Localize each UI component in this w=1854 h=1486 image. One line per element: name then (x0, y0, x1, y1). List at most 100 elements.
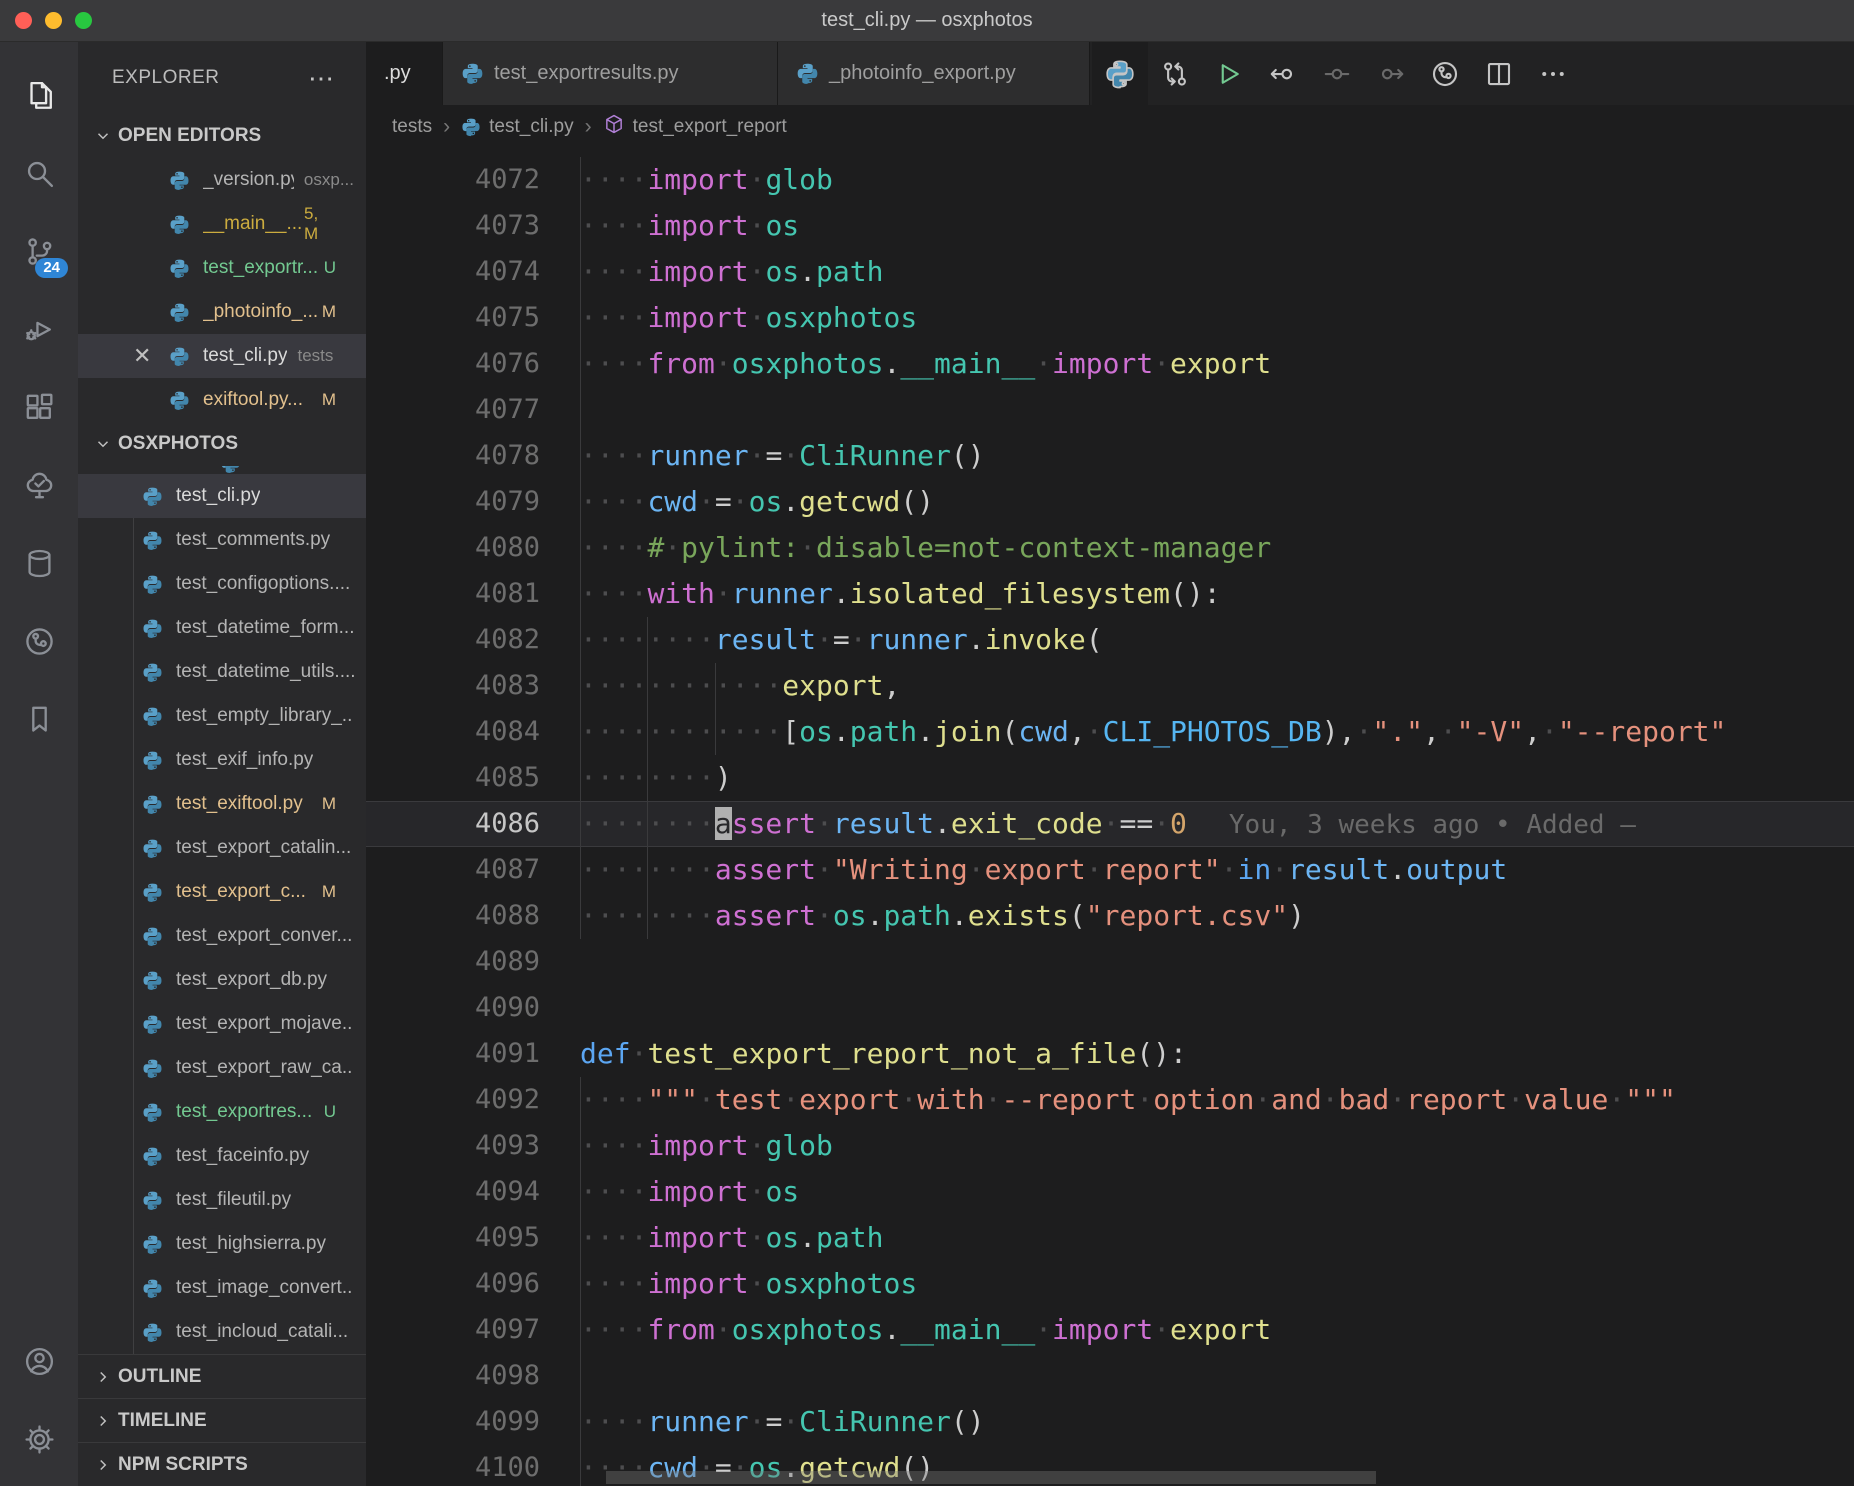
file-item-test_empty_library_...[interactable]: test_empty_library_... (78, 694, 366, 738)
tab-.py[interactable]: .py (366, 42, 443, 105)
file-item-test_export_conver...[interactable]: test_export_conver... (78, 914, 366, 958)
step-current-button[interactable] (1310, 42, 1364, 105)
code-line-4083[interactable]: 4083············export, (366, 663, 1854, 709)
code-line-4089[interactable]: 4089 (366, 939, 1854, 985)
activity-account-button[interactable] (0, 1322, 78, 1400)
code-line-4077[interactable]: 4077 (366, 387, 1854, 433)
code-line-4093[interactable]: 4093····import·glob (366, 1123, 1854, 1169)
code-line-4086[interactable]: 4086········assert·result.exit_code·==·0… (366, 801, 1854, 847)
activity-settings-button[interactable] (0, 1400, 78, 1478)
tab-test_exportresults.py[interactable]: test_exportresults.py (443, 42, 778, 105)
file-item-test_incloud_catali...[interactable]: test_incloud_catali... (78, 1310, 366, 1354)
compare-changes-button[interactable] (1148, 42, 1202, 105)
open-editor-item-test_exportr...[interactable]: test_exportr...U (78, 246, 366, 290)
code-line-4087[interactable]: 4087········assert·"Writing·export·repor… (366, 847, 1854, 893)
code-line-4082[interactable]: 4082········result·=·runner.invoke( (366, 617, 1854, 663)
open-editor-item-test_cli.py[interactable]: ✕test_cli.pytests (78, 334, 366, 378)
code-line-4095[interactable]: 4095····import·os.path (366, 1215, 1854, 1261)
tab-_photoinfo_export.py[interactable]: _photoinfo_export.py (778, 42, 1090, 105)
close-editor-icon[interactable]: ✕ (133, 343, 151, 369)
code-line-4097[interactable]: 4097····from·osxphotos.__main__·import·e… (366, 1307, 1854, 1353)
editor-actions (1092, 42, 1580, 105)
activity-extensions-button[interactable] (0, 368, 78, 446)
code-line-4072[interactable]: 4072····import·glob (366, 157, 1854, 203)
file-item-test_fileutil.py[interactable]: test_fileutil.py (78, 1178, 366, 1222)
breadcrumb-test_cli.py[interactable]: test_cli.py (461, 116, 573, 138)
activity-explorer-button[interactable] (0, 56, 78, 134)
git-blame-annotation: You, 3 weeks ago • Added – (1229, 810, 1636, 840)
split-editor-button[interactable] (1472, 42, 1526, 105)
code-line-4073[interactable]: 4073····import·os (366, 203, 1854, 249)
line-number: 4081 (366, 571, 580, 617)
section-npm-scripts[interactable]: NPM SCRIPTS (78, 1442, 366, 1486)
section-timeline[interactable]: TIMELINE (78, 1398, 366, 1442)
code-line-4078[interactable]: 4078····runner·=·CliRunner() (366, 433, 1854, 479)
code-editor[interactable]: 4072····import·glob4073····import·os4074… (366, 149, 1854, 1486)
file-item-test_cli.py[interactable]: test_cli.py (78, 474, 366, 518)
file-item-test_exportres...[interactable]: test_exportres...U (78, 1090, 366, 1134)
code-line-4090[interactable]: 4090 (366, 985, 1854, 1031)
file-item-test_highsierra.py[interactable]: test_highsierra.py (78, 1222, 366, 1266)
file-item-test_exif_info.py[interactable]: test_exif_info.py (78, 738, 366, 782)
code-line-4080[interactable]: 4080····#·pylint:·disable=not-context-ma… (366, 525, 1854, 571)
step-forward-button[interactable] (1364, 42, 1418, 105)
open-editor-item-exiftool.py...[interactable]: exiftool.py...M (78, 378, 366, 422)
gitlens-button[interactable] (1418, 42, 1472, 105)
code-line-4084[interactable]: 4084············[os.path.join(cwd,·CLI_P… (366, 709, 1854, 755)
breadcrumb-tests[interactable]: tests (392, 116, 432, 138)
python-logo-button[interactable] (1092, 42, 1148, 105)
step-back-button[interactable] (1256, 42, 1310, 105)
activity-testing-button[interactable] (0, 446, 78, 524)
open-editor-item-_version.py[interactable]: _version.pyosxp... (78, 158, 366, 202)
file-item-test_export_db.py[interactable]: test_export_db.py (78, 958, 366, 1002)
line-number: 4084 (366, 709, 580, 755)
code-line-4079[interactable]: 4079····cwd·=·os.getcwd() (366, 479, 1854, 525)
activity-gitlens-button[interactable] (0, 602, 78, 680)
code-line-4096[interactable]: 4096····import·osxphotos (366, 1261, 1854, 1307)
section-open-editors[interactable]: OPEN EDITORS (78, 114, 366, 158)
file-item-test_configoptions....[interactable]: test_configoptions.... (78, 562, 366, 606)
file-item-test_datetime_utils....[interactable]: test_datetime_utils.... (78, 650, 366, 694)
file-item-test_export_catalin...[interactable]: test_export_catalin... (78, 826, 366, 870)
activity-run-debug-button[interactable] (0, 290, 78, 368)
activity-bookmarks-button[interactable] (0, 680, 78, 758)
open-editor-item-__main__....[interactable]: __main__....5, M (78, 202, 366, 246)
line-number: 4089 (366, 939, 580, 985)
activity-search-button[interactable] (0, 134, 78, 212)
code-line-4075[interactable]: 4075····import·osxphotos (366, 295, 1854, 341)
code-line-4074[interactable]: 4074····import·os.path (366, 249, 1854, 295)
zoom-window-button[interactable] (75, 12, 92, 29)
code-line-4091[interactable]: 4091def·test_export_report_not_a_file(): (366, 1031, 1854, 1077)
more-actions-icon (1538, 59, 1568, 89)
more-actions-icon[interactable]: ⋯ (308, 73, 336, 83)
file-item-test_image_convert...[interactable]: test_image_convert... (78, 1266, 366, 1310)
file-item-test_export_c...[interactable]: test_export_c...M (78, 870, 366, 914)
file-item-test_datetime_form...[interactable]: test_datetime_form... (78, 606, 366, 650)
file-item-test_comments.py[interactable]: test_comments.py (78, 518, 366, 562)
section-outline[interactable]: OUTLINE (78, 1354, 366, 1398)
more-actions-button[interactable] (1526, 42, 1580, 105)
chevron-down-icon (94, 127, 112, 145)
code-line-4076[interactable]: 4076····from·osxphotos.__main__·import·e… (366, 341, 1854, 387)
file-item-test_export_raw_ca...[interactable]: test_export_raw_ca... (78, 1046, 366, 1090)
file-item-test_exiftool.py[interactable]: test_exiftool.pyM (78, 782, 366, 826)
code-line-4098[interactable]: 4098 (366, 1353, 1854, 1399)
git-status-badge: M (322, 390, 354, 410)
horizontal-scrollbar[interactable] (606, 1471, 1376, 1484)
breadcrumb-test_export_report[interactable]: test_export_report (603, 113, 787, 141)
open-editor-item-_photoinfo_...[interactable]: _photoinfo_...M (78, 290, 366, 334)
close-window-button[interactable] (15, 12, 32, 29)
minimize-window-button[interactable] (45, 12, 62, 29)
code-line-4081[interactable]: 4081····with·runner.isolated_filesystem(… (366, 571, 1854, 617)
code-line-4085[interactable]: 4085········) (366, 755, 1854, 801)
code-line-4092[interactable]: 4092····"""·test·export·with·--report·op… (366, 1077, 1854, 1123)
activity-source-control-button[interactable]: 24 (0, 212, 78, 290)
code-line-4099[interactable]: 4099····runner·=·CliRunner() (366, 1399, 1854, 1445)
section-osxphotos[interactable]: OSXPHOTOS (78, 422, 366, 466)
activity-database-button[interactable] (0, 524, 78, 602)
run-file-button[interactable] (1202, 42, 1256, 105)
code-line-4088[interactable]: 4088········assert·os.path.exists("repor… (366, 893, 1854, 939)
file-item-test_export_mojave...[interactable]: test_export_mojave... (78, 1002, 366, 1046)
file-item-test_faceinfo.py[interactable]: test_faceinfo.py (78, 1134, 366, 1178)
code-line-4094[interactable]: 4094····import·os (366, 1169, 1854, 1215)
